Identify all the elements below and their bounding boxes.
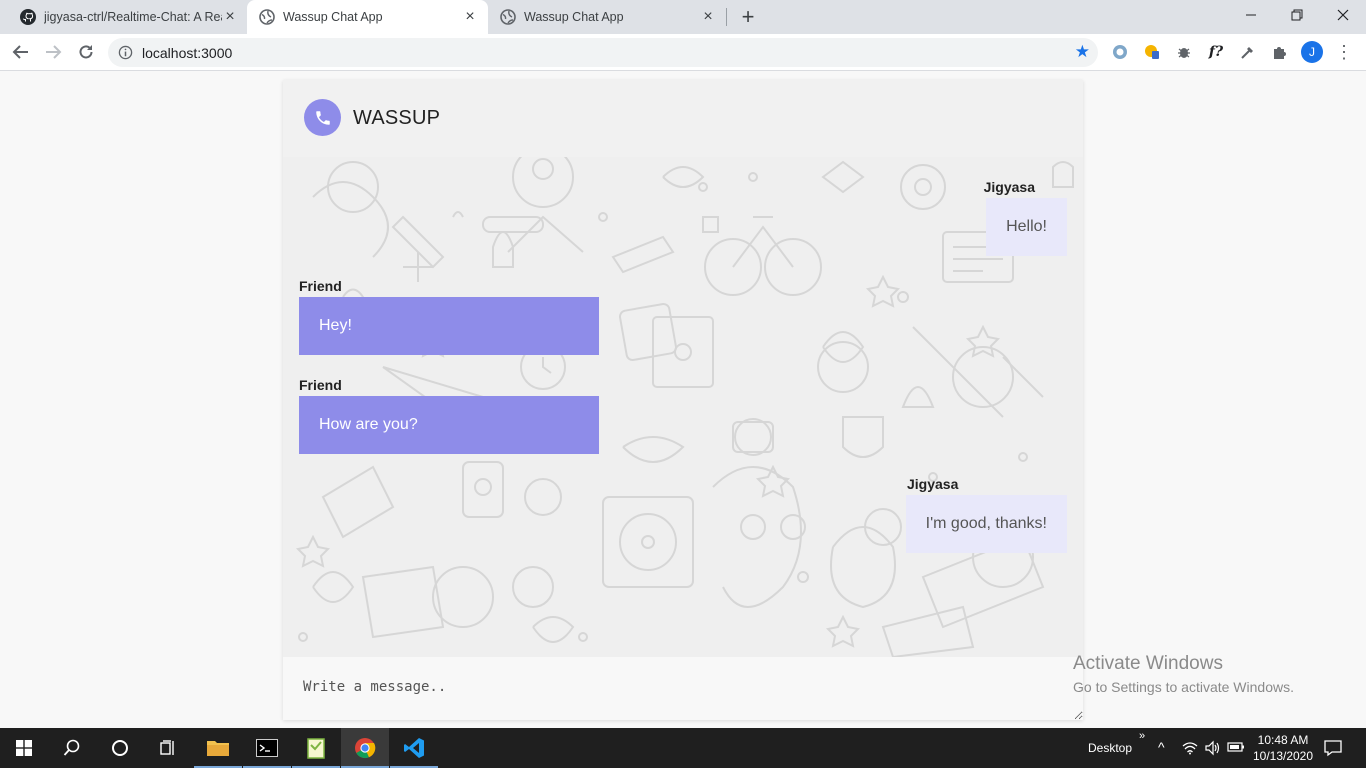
minimize-button[interactable]: [1228, 0, 1274, 30]
taskbar-terminal[interactable]: [243, 728, 291, 768]
tab-close-icon[interactable]: ×: [222, 9, 238, 25]
new-tab-button[interactable]: +: [738, 6, 758, 28]
notepad-icon: [307, 738, 325, 759]
tab-wassup-active[interactable]: Wassup Chat App ×: [247, 0, 488, 34]
windows-taskbar: Desktop » ^ 10:48 AM 10/13/2020: [0, 728, 1366, 768]
close-icon: [1337, 9, 1349, 21]
network-wifi-icon[interactable]: [1182, 741, 1198, 755]
watermark-title: Activate Windows: [1073, 653, 1223, 674]
address-bar[interactable]: localhost:3000 ★: [108, 38, 1098, 67]
watermark-subtitle: Go to Settings to activate Windows.: [1073, 679, 1294, 695]
arrow-right-icon: [46, 45, 62, 59]
globe-icon: [500, 9, 516, 25]
message-composer: [283, 657, 1083, 720]
activate-windows-watermark: Activate Windows Go to Settings to activ…: [1073, 653, 1294, 695]
minimize-icon: [1246, 14, 1256, 16]
message-bubble-incoming: Hey!: [299, 297, 599, 355]
message-sender: Friend: [299, 278, 342, 294]
url-text: localhost:3000: [142, 45, 233, 61]
message-sender: Friend: [299, 377, 342, 393]
extension-lock-icon[interactable]: [1142, 42, 1162, 62]
message-bubble-incoming: How are you?: [299, 396, 599, 454]
chat-messages-area: Jigyasa Hello! Friend Hey! Friend How ar…: [283, 157, 1083, 657]
show-hidden-icons-chevron-up-icon[interactable]: ^: [1158, 739, 1165, 755]
browser-menu-icon[interactable]: ⋮: [1334, 41, 1354, 63]
forward-button[interactable]: [41, 40, 65, 64]
taskbar-vscode[interactable]: [390, 728, 438, 768]
github-icon: [20, 9, 36, 25]
taskbar-notepad[interactable]: [292, 728, 340, 768]
start-button[interactable]: [0, 728, 48, 768]
browser-tab-strip: jigyasa-ctrl/Realtime-Chat: A Rea × Wass…: [0, 0, 1366, 34]
clock-time: 10:48 AM: [1257, 733, 1309, 747]
extension-vpn-icon[interactable]: [1110, 42, 1130, 62]
phone-logo-icon: [304, 99, 341, 136]
tab-title: jigyasa-ctrl/Realtime-Chat: A Rea: [44, 10, 222, 24]
reload-icon: [79, 45, 93, 59]
page-content: WASSUP Jigyasa Hello! Friend Hey! Friend…: [0, 72, 1366, 728]
extensions-puzzle-icon[interactable]: [1270, 42, 1290, 62]
restore-icon: [1291, 9, 1303, 21]
chat-window: WASSUP Jigyasa Hello! Friend Hey! Friend…: [283, 80, 1083, 720]
bookmark-star-icon[interactable]: ★: [1075, 43, 1090, 61]
task-view-button[interactable]: [144, 728, 192, 768]
notification-center-icon[interactable]: [1324, 739, 1342, 757]
chevron-double-right-icon[interactable]: »: [1139, 730, 1145, 742]
restore-button[interactable]: [1274, 0, 1320, 30]
taskbar-file-explorer[interactable]: [194, 728, 242, 768]
tab-wassup[interactable]: Wassup Chat App ×: [488, 0, 726, 34]
folder-icon: [207, 741, 229, 756]
tab-title: Wassup Chat App: [283, 10, 383, 24]
extension-font-icon[interactable]: f?: [1206, 42, 1226, 62]
globe-icon: [259, 9, 275, 25]
chat-header: WASSUP: [283, 80, 1083, 157]
extension-eyedropper-icon[interactable]: [1238, 42, 1258, 62]
profile-avatar[interactable]: J: [1301, 41, 1323, 63]
arrow-left-icon: [12, 45, 28, 59]
search-button[interactable]: [48, 728, 96, 768]
message-bubble-outgoing: I'm good, thanks!: [905, 495, 1067, 553]
vscode-icon: [404, 738, 424, 758]
battery-icon[interactable]: [1227, 741, 1245, 753]
message-input[interactable]: [283, 657, 1083, 720]
close-window-button[interactable]: [1320, 0, 1366, 30]
tab-close-icon[interactable]: ×: [462, 9, 478, 25]
task-view-icon: [160, 740, 174, 755]
message-sender: Jigyasa: [907, 476, 959, 492]
message-bubble-outgoing: Hello!: [986, 198, 1067, 256]
taskbar-chrome[interactable]: [341, 728, 389, 768]
back-button[interactable]: [9, 40, 33, 64]
cortana-circle-icon: [112, 740, 128, 756]
cortana-button[interactable]: [96, 728, 144, 768]
terminal-icon: [256, 739, 278, 757]
search-icon: [63, 739, 80, 756]
tab-close-icon[interactable]: ×: [700, 9, 716, 25]
windows-logo-icon: [16, 740, 32, 756]
system-clock[interactable]: 10:48 AM 10/13/2020: [1248, 732, 1318, 764]
tab-github-repo[interactable]: jigyasa-ctrl/Realtime-Chat: A Rea ×: [8, 0, 248, 34]
tab-title: Wassup Chat App: [524, 10, 624, 24]
browser-toolbar: localhost:3000 ★ f? J ⋮: [0, 34, 1366, 71]
chrome-icon: [355, 738, 376, 759]
message-sender: Jigyasa: [983, 179, 1035, 195]
app-title: WASSUP: [353, 107, 441, 129]
info-icon[interactable]: [118, 45, 133, 60]
desktop-toolbar-label[interactable]: Desktop: [1088, 741, 1132, 755]
clock-date: 10/13/2020: [1252, 749, 1314, 763]
tab-separator: [726, 8, 727, 26]
volume-icon[interactable]: [1204, 740, 1220, 756]
extension-bug-icon[interactable]: [1174, 42, 1194, 62]
reload-button[interactable]: [74, 40, 98, 64]
